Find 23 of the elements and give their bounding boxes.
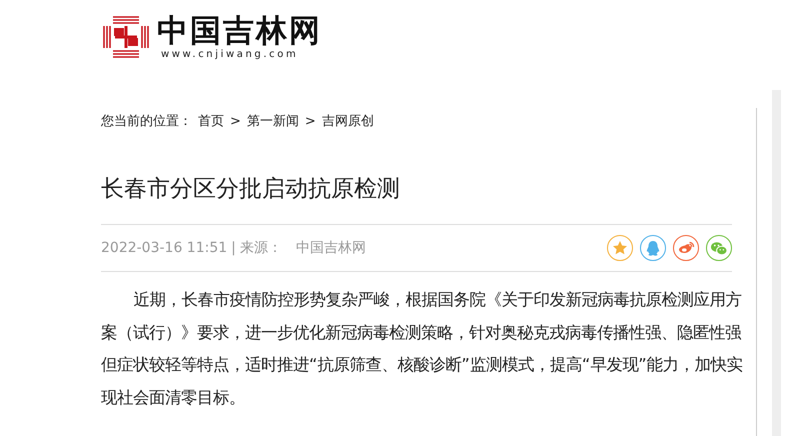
- breadcrumb-separator: >: [304, 114, 316, 128]
- site-logo-text: 中国吉林网: [157, 13, 322, 49]
- article-title: 长春市分区分批启动抗原检测: [101, 175, 401, 204]
- share-button[interactable]: [640, 235, 666, 261]
- meta-divider: |: [231, 240, 236, 256]
- logo-icon: [101, 14, 151, 60]
- share-button[interactable]: [706, 235, 732, 261]
- breadcrumb-link[interactable]: 首页: [198, 112, 224, 130]
- weibo-icon: [678, 240, 694, 256]
- article-source: 中国吉林网: [296, 239, 366, 257]
- chat-icon: [710, 240, 728, 256]
- breadcrumb-link[interactable]: 吉网原创: [322, 112, 374, 130]
- penguin-icon: [646, 240, 660, 256]
- article-paragraph: 近期，长春市疫情防控形势复杂严峻，根据国务院《关于印发新冠病毒抗原检测应用方案（试行）》要求，进一步优化新冠病毒检测策略，针对奥秘克戎病毒传播性强、隐匿性强但症状较轻等特点，适时推进“抗原筛查、核酸诊断”监测模式，提高“早发现”能力，加快实现社会面清零目标。: [101, 289, 744, 408]
- breadcrumb-label: 您当前的位置：: [101, 113, 192, 130]
- share-button[interactable]: [607, 235, 633, 261]
- source-label: 来源：: [240, 239, 282, 257]
- share-button[interactable]: [673, 235, 699, 261]
- breadcrumb-link[interactable]: 第一新闻: [246, 112, 299, 130]
- site-url: www.cnjiwang.com: [161, 49, 298, 61]
- breadcrumb-separator: >: [230, 114, 241, 128]
- article-date: 2022-03-16 11:51: [101, 240, 228, 256]
- star-icon: [612, 240, 628, 256]
